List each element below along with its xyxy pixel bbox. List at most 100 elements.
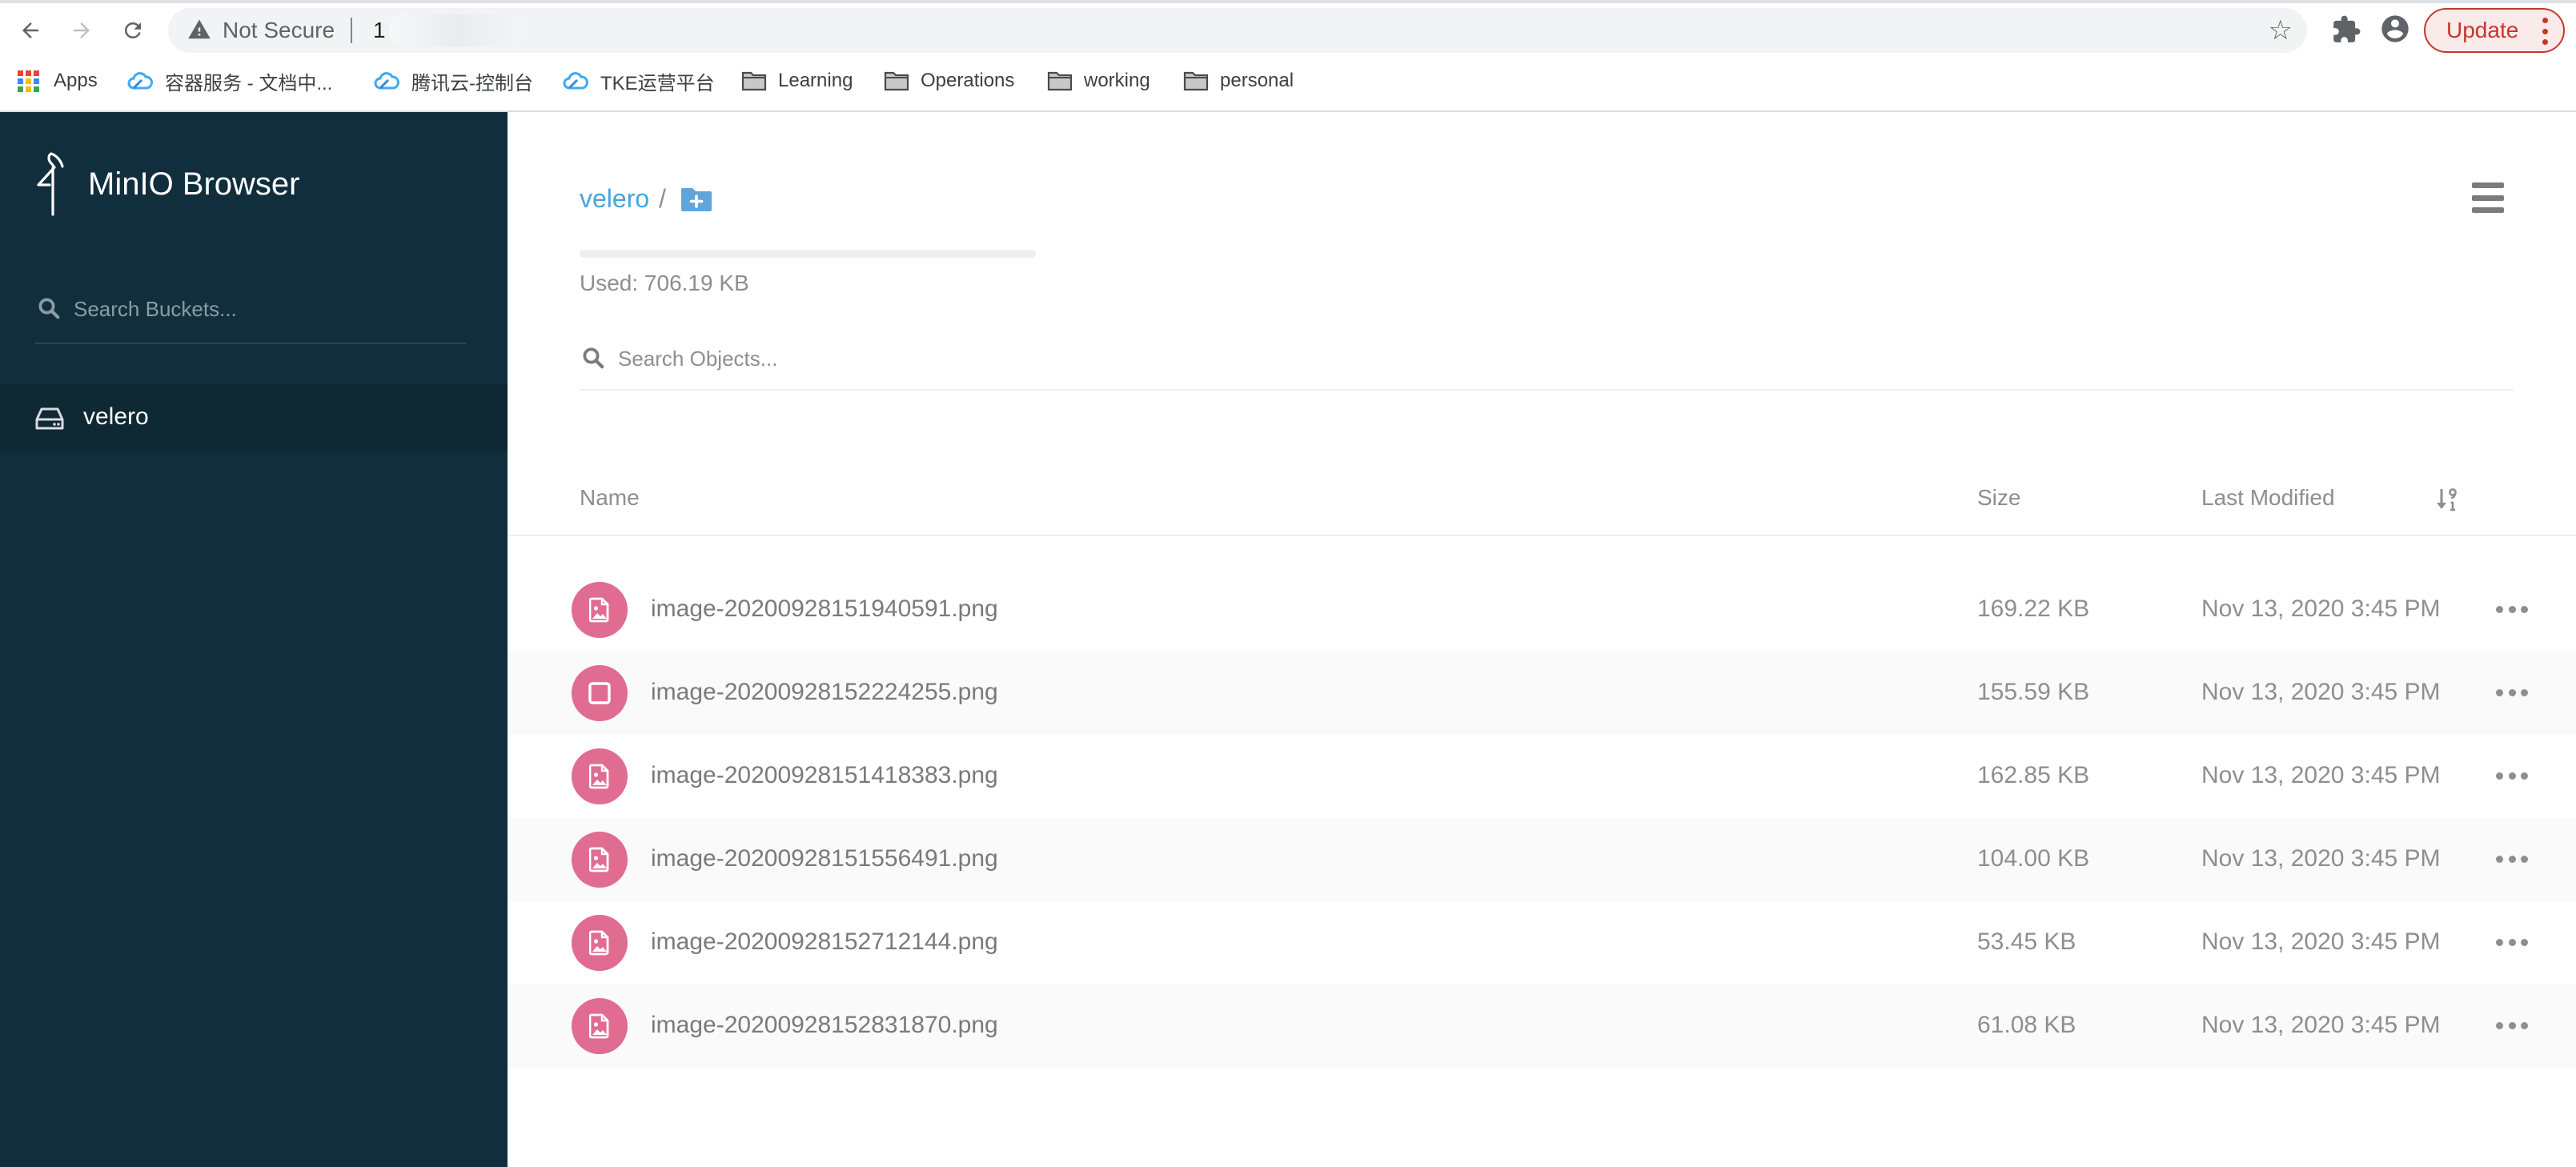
storage-usage-bar [580, 250, 1036, 258]
object-row[interactable]: image-20200928152831870.png 61.08 KB Nov… [508, 985, 2576, 1068]
address-separator [351, 18, 352, 43]
back-arrow-icon [22, 22, 38, 38]
object-size: 104.00 KB [1977, 845, 2090, 872]
objects-table-header: Name Size Last Modified [508, 477, 2576, 536]
sort-numeric-desc-icon[interactable] [2435, 487, 2459, 512]
browser-update-button[interactable]: Update [2424, 8, 2565, 53]
bucket-search-input[interactable] [74, 293, 458, 325]
object-size: 169.22 KB [1977, 596, 2090, 622]
apps-grid-icon [18, 70, 39, 92]
bookmark-folder-operations[interactable]: Operations [884, 62, 1014, 99]
bookmark-folder-learning[interactable]: Learning [741, 62, 853, 99]
object-actions-more-icon[interactable] [2496, 932, 2528, 952]
object-name[interactable]: image-20200928152712144.png [651, 928, 998, 956]
extensions-puzzle-icon[interactable] [2331, 14, 2361, 45]
storage-used-text: Used: 706.19 KB [580, 271, 749, 295]
tencent-cloud-icon [127, 72, 153, 90]
breadcrumb-bucket-velero[interactable]: velero [580, 184, 649, 214]
bookmark-star-icon[interactable]: ☆ [2269, 14, 2293, 46]
create-folder-icon[interactable] [680, 186, 712, 212]
breadcrumb-separator: / [659, 184, 667, 213]
image-file-icon [589, 764, 609, 789]
breadcrumb: velero / [580, 184, 712, 214]
bookmark-apps[interactable]: Apps [18, 62, 98, 99]
object-icon-button[interactable] [572, 665, 628, 721]
bookmark-folder-working[interactable]: working [1047, 62, 1150, 99]
object-name[interactable]: image-20200928152224255.png [651, 679, 998, 706]
reload-icon [124, 22, 141, 38]
folder-icon [741, 71, 767, 91]
object-row[interactable]: image-20200928151940591.png 169.22 KB No… [508, 568, 2576, 652]
object-last-modified: Nov 13, 2020 3:45 PM [2201, 679, 2441, 705]
warning-icon [188, 19, 211, 39]
column-header-last-modified[interactable]: Last Modified [2201, 485, 2335, 511]
bookmark-label: TKE运营平台 [600, 72, 715, 94]
minio-logo-icon [37, 152, 64, 216]
back-button[interactable] [14, 14, 46, 46]
search-icon [583, 347, 604, 369]
object-last-modified: Nov 13, 2020 3:45 PM [2201, 762, 2441, 788]
object-search-input[interactable] [618, 343, 2379, 375]
bookmark-label: Operations [921, 70, 1015, 91]
object-last-modified: Nov 13, 2020 3:45 PM [2201, 596, 2441, 622]
image-file-icon [589, 1013, 609, 1039]
object-actions-more-icon[interactable] [2496, 765, 2528, 786]
bookmarks-bar: Apps 容器服务 - 文档中... 腾讯云-控制台 TKE运营平台 Learn… [0, 62, 2576, 99]
object-actions-more-icon[interactable] [2496, 1015, 2528, 1036]
object-actions-more-icon[interactable] [2496, 682, 2528, 703]
reload-button[interactable] [117, 14, 149, 46]
bookmark-label: Learning [778, 70, 853, 91]
object-icon-button[interactable] [572, 832, 628, 888]
object-row[interactable]: image-20200928151418383.png 162.85 KB No… [508, 735, 2576, 818]
bookmark-label: 容器服务 - 文档中... [165, 72, 333, 94]
column-header-name[interactable]: Name [580, 485, 640, 511]
tencent-cloud-icon [374, 72, 399, 90]
object-name[interactable]: image-20200928151940591.png [651, 596, 998, 623]
object-size: 53.45 KB [1977, 928, 2076, 955]
column-header-size[interactable]: Size [1977, 485, 2020, 511]
bookmark-label: 腾讯云-控制台 [411, 72, 533, 94]
image-file-icon [589, 930, 609, 956]
search-icon [38, 298, 60, 319]
bookmark-tke-docs[interactable]: 容器服务 - 文档中... [126, 62, 332, 99]
forward-button[interactable] [66, 14, 98, 46]
folder-icon [1047, 71, 1073, 91]
object-icon-button[interactable] [572, 582, 628, 638]
object-name[interactable]: image-20200928152831870.png [651, 1012, 998, 1039]
object-icon-button[interactable] [572, 748, 628, 804]
update-label: Update [2446, 18, 2519, 42]
sidebar-bucket-velero[interactable]: velero [0, 384, 508, 451]
bookmark-label: working [1084, 70, 1150, 91]
folder-icon [884, 71, 909, 91]
sidebar: MinIO Browser velero [0, 112, 508, 1167]
bucket-search [35, 287, 466, 344]
object-last-modified: Nov 13, 2020 3:45 PM [2201, 845, 2441, 872]
tencent-cloud-icon [563, 72, 588, 90]
security-status[interactable]: Not Secure [223, 18, 335, 43]
address-bar[interactable]: Not Secure 1 ☆ [168, 8, 2307, 53]
folder-icon [1183, 71, 1209, 91]
object-actions-more-icon[interactable] [2496, 848, 2528, 869]
main-menu-hamburger-icon[interactable] [2472, 182, 2504, 213]
profile-avatar-icon[interactable] [2379, 13, 2411, 45]
object-row[interactable]: image-20200928152224255.png 155.59 KB No… [508, 652, 2576, 735]
object-last-modified: Nov 13, 2020 3:45 PM [2201, 928, 2441, 955]
object-icon-button[interactable] [572, 915, 628, 971]
object-actions-more-icon[interactable] [2496, 599, 2528, 620]
url-text[interactable]: 1 [373, 18, 386, 43]
object-icon-button[interactable] [572, 998, 628, 1054]
object-name[interactable]: image-20200928151556491.png [651, 845, 998, 872]
object-size: 155.59 KB [1977, 679, 2090, 705]
bookmark-tke-ops[interactable]: TKE运营平台 [562, 62, 715, 99]
object-name[interactable]: image-20200928151418383.png [651, 762, 998, 789]
image-file-icon [589, 597, 609, 623]
main-content: velero / Used: 706.19 KB Name Size Last … [508, 112, 2576, 1167]
object-size: 61.08 KB [1977, 1012, 2076, 1038]
bookmark-tencent-console[interactable]: 腾讯云-控制台 [373, 62, 533, 99]
bucket-label: velero [83, 403, 149, 430]
object-row[interactable]: image-20200928152712144.png 53.45 KB Nov… [508, 901, 2576, 985]
forward-arrow-icon [74, 22, 90, 38]
object-row[interactable]: image-20200928151556491.png 104.00 KB No… [508, 818, 2576, 901]
bookmark-folder-personal[interactable]: personal [1183, 62, 1294, 99]
bucket-drive-icon [35, 407, 64, 430]
